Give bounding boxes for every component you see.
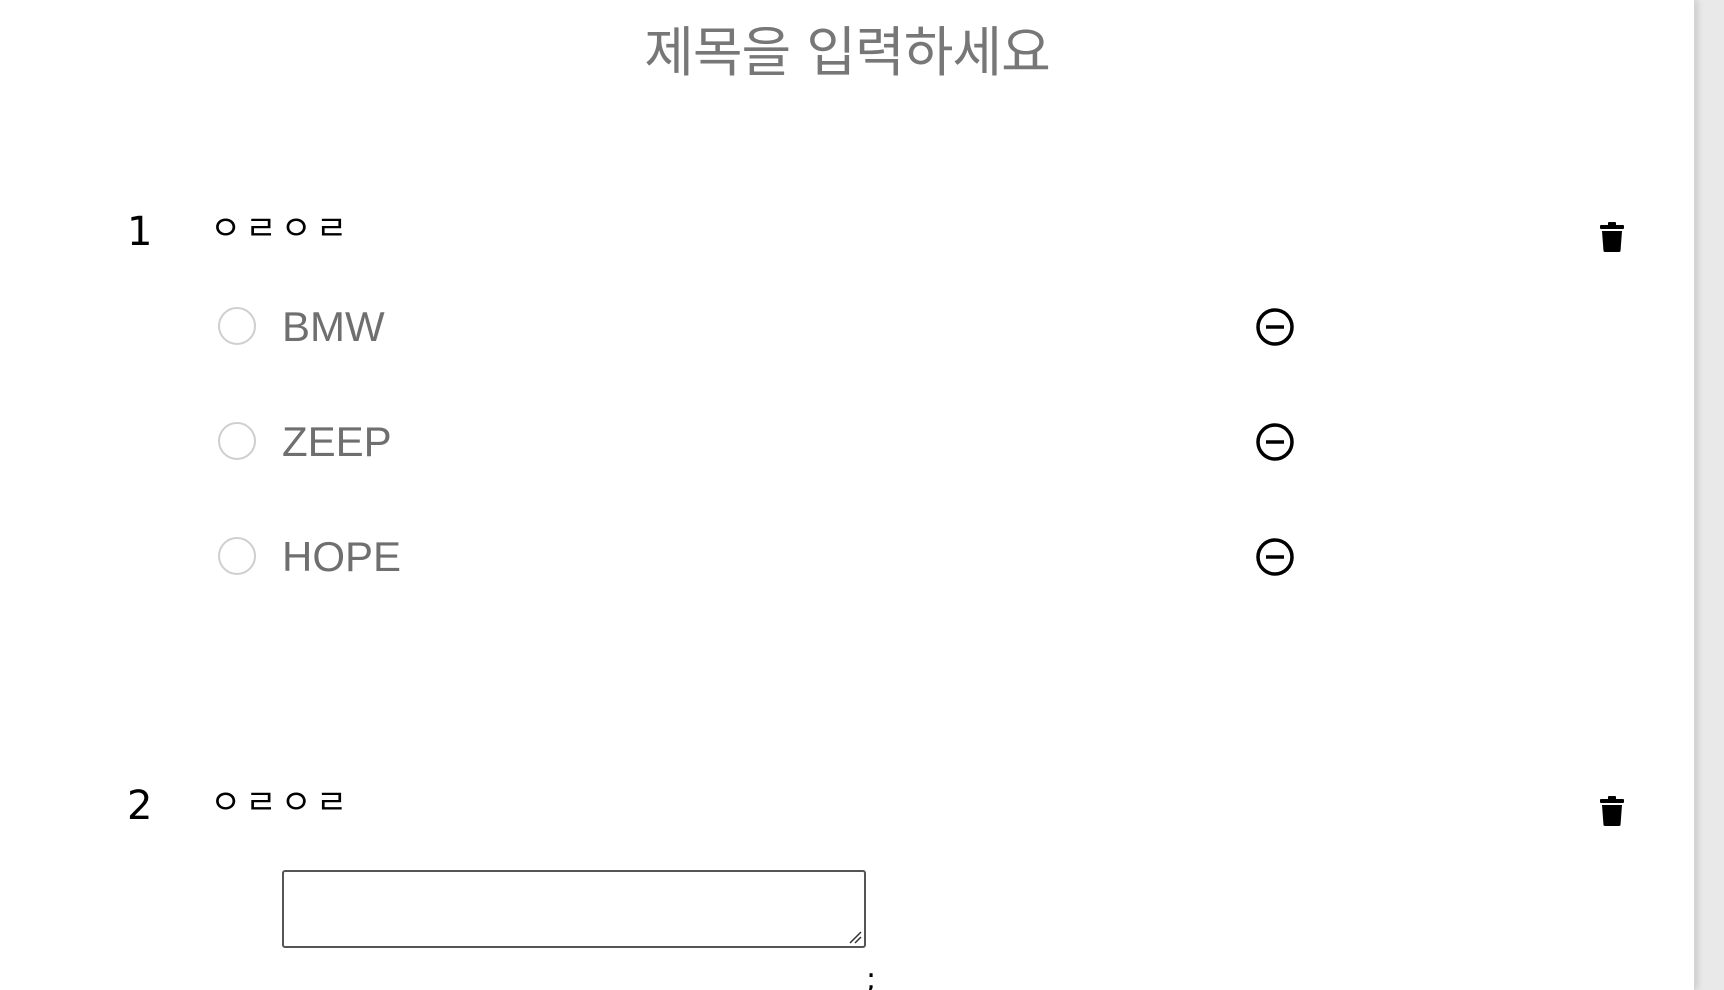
option-row: BMW xyxy=(218,305,1338,349)
minus-circle-icon xyxy=(1256,308,1294,346)
question-title[interactable]: ㅇㄹㅇㄹ xyxy=(210,204,351,254)
option-row: HOPE xyxy=(218,535,1338,579)
survey-card: 제목을 입력하세요 1 ㅇㄹㅇㄹ BMW ZEEP HOPE 2 ㅇㄹㅇㄹ ; xyxy=(0,0,1695,990)
option-label[interactable]: HOPE xyxy=(282,535,401,579)
resize-grip-icon[interactable] xyxy=(848,930,862,944)
option-label[interactable]: ZEEP xyxy=(282,420,392,464)
option-row: ZEEP xyxy=(218,420,1338,464)
minus-circle-icon xyxy=(1256,538,1294,576)
option-radio[interactable] xyxy=(218,422,256,460)
option-radio[interactable] xyxy=(218,537,256,575)
option-radio[interactable] xyxy=(218,307,256,345)
remove-option-button[interactable] xyxy=(1255,307,1295,347)
question-number: 1 xyxy=(127,209,153,255)
cut-off-text: ; xyxy=(866,962,877,990)
minus-circle-icon xyxy=(1256,423,1294,461)
delete-question-button[interactable] xyxy=(1600,222,1624,252)
answer-textarea[interactable] xyxy=(282,870,866,948)
page-title[interactable]: 제목을 입력하세요 xyxy=(0,18,1694,88)
trash-icon xyxy=(1600,222,1624,252)
remove-option-button[interactable] xyxy=(1255,422,1295,462)
option-label[interactable]: BMW xyxy=(282,305,385,349)
question-number: 2 xyxy=(127,783,153,829)
remove-option-button[interactable] xyxy=(1255,537,1295,577)
trash-icon xyxy=(1600,796,1624,826)
delete-question-button[interactable] xyxy=(1600,796,1624,826)
question-title[interactable]: ㅇㄹㅇㄹ xyxy=(210,778,351,828)
